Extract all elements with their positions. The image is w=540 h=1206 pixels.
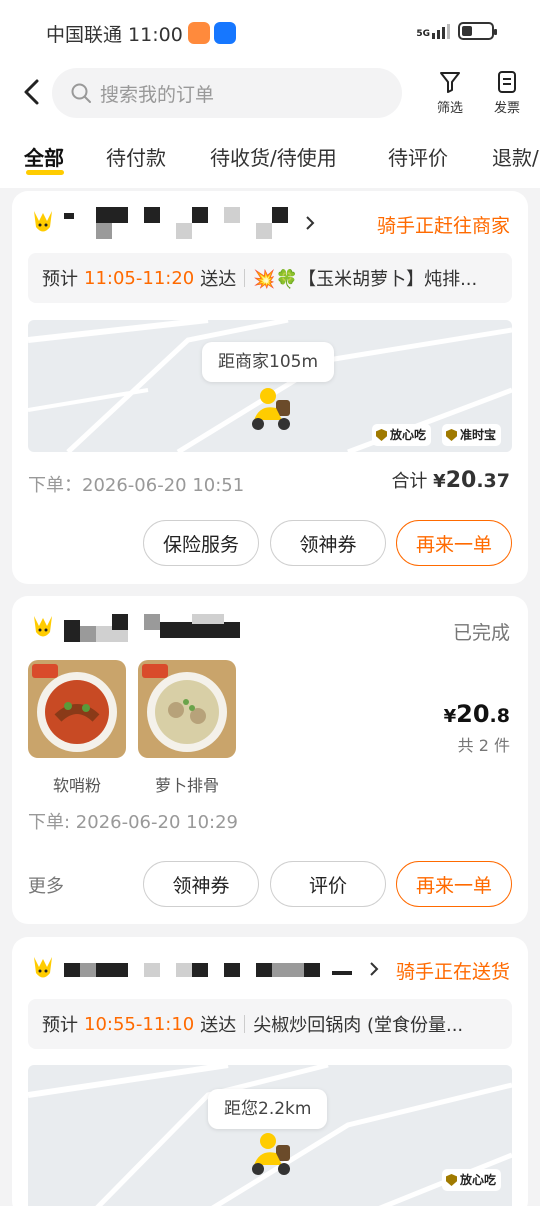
badge-label: 放心吃 — [460, 1173, 497, 1187]
divider — [244, 269, 246, 287]
delivery-eta[interactable]: 预计 10:55-11:10 送达 尖椒炒回锅肉 (堂食份量... — [28, 999, 512, 1049]
search-input[interactable]: 搜索我的订单 — [52, 68, 402, 118]
coupon-button[interactable]: 领神券 — [270, 520, 386, 566]
meituan-mascot-icon — [34, 957, 52, 978]
coupon-button[interactable]: 领神券 — [143, 861, 259, 907]
tab-all[interactable]: 全部 — [24, 142, 64, 171]
tab-pending-payment[interactable]: 待付款 — [106, 142, 166, 171]
badge-label: 准时宝 — [460, 428, 497, 442]
chevron-right-icon[interactable] — [304, 215, 316, 231]
order-card[interactable]: 已完成 软哨粉 萝卜排骨 ¥20.8 共 2 件 下单: 2026-06-20 … — [12, 596, 528, 924]
search-placeholder: 搜索我的订单 — [100, 83, 215, 106]
network-type: 5G — [416, 28, 430, 39]
back-button[interactable] — [18, 77, 48, 107]
review-button[interactable]: 评价 — [270, 861, 386, 907]
order-card[interactable]: 骑手正赶往商家 预计 11:05-11:20 送达 💥🍀【玉米胡萝卜】炖排...… — [12, 191, 528, 584]
badge-label: 放心吃 — [390, 428, 427, 442]
invoice-button[interactable]: 发票 — [477, 70, 537, 116]
eta-prefix: 预计 — [42, 1015, 78, 1036]
distance-bubble: 距您2.2km — [208, 1089, 328, 1129]
order-status: 已完成 — [452, 622, 510, 644]
total-label: 合计 — [391, 471, 428, 492]
tab-refund[interactable]: 退款/ — [492, 142, 539, 171]
battery-icon — [458, 22, 497, 40]
more-link[interactable]: 更多 — [28, 872, 64, 898]
search-icon — [71, 83, 91, 103]
heart-app-icon — [188, 22, 210, 44]
rider-scooter-icon — [252, 1133, 290, 1175]
reorder-button[interactable]: 再来一单 — [396, 861, 512, 907]
currency: ¥ — [433, 471, 446, 492]
dish-name: 萝卜排骨 — [154, 776, 219, 795]
items-desc: 💥🍀【玉米胡萝卜】炖排... — [253, 269, 478, 290]
filter-label: 筛选 — [436, 101, 463, 116]
chevron-right-icon[interactable] — [368, 961, 380, 977]
order-time: 下单: 2026-06-20 10:29 — [28, 812, 238, 833]
total-dec: .37 — [476, 470, 510, 492]
insurance-button[interactable]: 保险服务 — [143, 520, 259, 566]
currency: ¥ — [443, 706, 457, 727]
reorder-button[interactable]: 再来一单 — [396, 520, 512, 566]
alipay-icon — [214, 22, 236, 44]
order-time: 下单：2026-06-20 10:51 — [28, 475, 245, 496]
filter-icon — [440, 72, 460, 93]
distance-bubble: 距商家105m — [202, 342, 335, 382]
item-count: 共 2 件 — [457, 736, 510, 755]
active-tab-indicator — [26, 170, 64, 175]
order-status: 骑手正在送货 — [395, 961, 510, 983]
tab-pending-receipt[interactable]: 待收货/待使用 — [210, 142, 337, 171]
dish-image[interactable] — [138, 660, 236, 758]
eta-prefix: 预计 — [42, 269, 78, 290]
delivery-eta[interactable]: 预计 11:05-11:20 送达 💥🍀【玉米胡萝卜】炖排... — [28, 253, 512, 303]
delivery-map[interactable]: 距商家105m 放心吃 准时宝 — [28, 320, 512, 452]
price-int: 20 — [456, 700, 490, 728]
chevron-left-icon — [24, 79, 39, 105]
order-tabs: 全部 待付款 待收货/待使用 待评价 退款/ — [0, 138, 540, 182]
tab-pending-review[interactable]: 待评价 — [388, 142, 448, 171]
dish-name: 软哨粉 — [52, 776, 101, 795]
dish-photo-rib-soup — [138, 660, 236, 758]
safe-eat-badge: 放心吃 — [442, 1169, 502, 1191]
invoice-label: 发票 — [493, 101, 520, 116]
carrier-time: 中国联通 11:00 — [46, 24, 183, 46]
meituan-mascot-icon — [34, 211, 52, 232]
eta-time: 10:55-11:10 — [84, 1013, 195, 1035]
invoice-icon — [498, 71, 516, 93]
on-time-badge: 准时宝 — [442, 424, 502, 446]
meituan-mascot-icon — [34, 616, 52, 637]
rider-scooter-icon — [252, 388, 290, 430]
eta-suffix: 送达 — [200, 1015, 237, 1036]
system-indicators: 5G — [416, 22, 497, 40]
dish-image[interactable] — [28, 660, 126, 758]
shield-icon — [446, 1174, 457, 1186]
safe-eat-badge: 放心吃 — [372, 424, 432, 446]
delivery-map[interactable]: 距您2.2km 放心吃 — [28, 1065, 512, 1206]
price-dec: .8 — [489, 705, 510, 727]
shield-icon — [446, 429, 457, 441]
order-total: 合计 ¥20.37 — [391, 467, 510, 493]
shield-icon — [376, 429, 387, 441]
items-desc: 尖椒炒回锅肉 (堂食份量... — [253, 1015, 464, 1036]
order-card[interactable]: 骑手正在送货 预计 10:55-11:10 送达 尖椒炒回锅肉 (堂食份量...… — [12, 937, 528, 1206]
eta-time: 11:05-11:20 — [84, 267, 195, 289]
eta-suffix: 送达 — [200, 269, 237, 290]
order-price: ¥20.8 — [444, 700, 510, 728]
order-status: 骑手正赶往商家 — [376, 215, 510, 237]
signal-icon: 5G — [416, 23, 450, 39]
divider — [244, 1015, 246, 1033]
total-int: 20 — [445, 468, 477, 493]
filter-button[interactable]: 筛选 — [420, 70, 480, 116]
dish-photo-noodles — [28, 660, 126, 758]
